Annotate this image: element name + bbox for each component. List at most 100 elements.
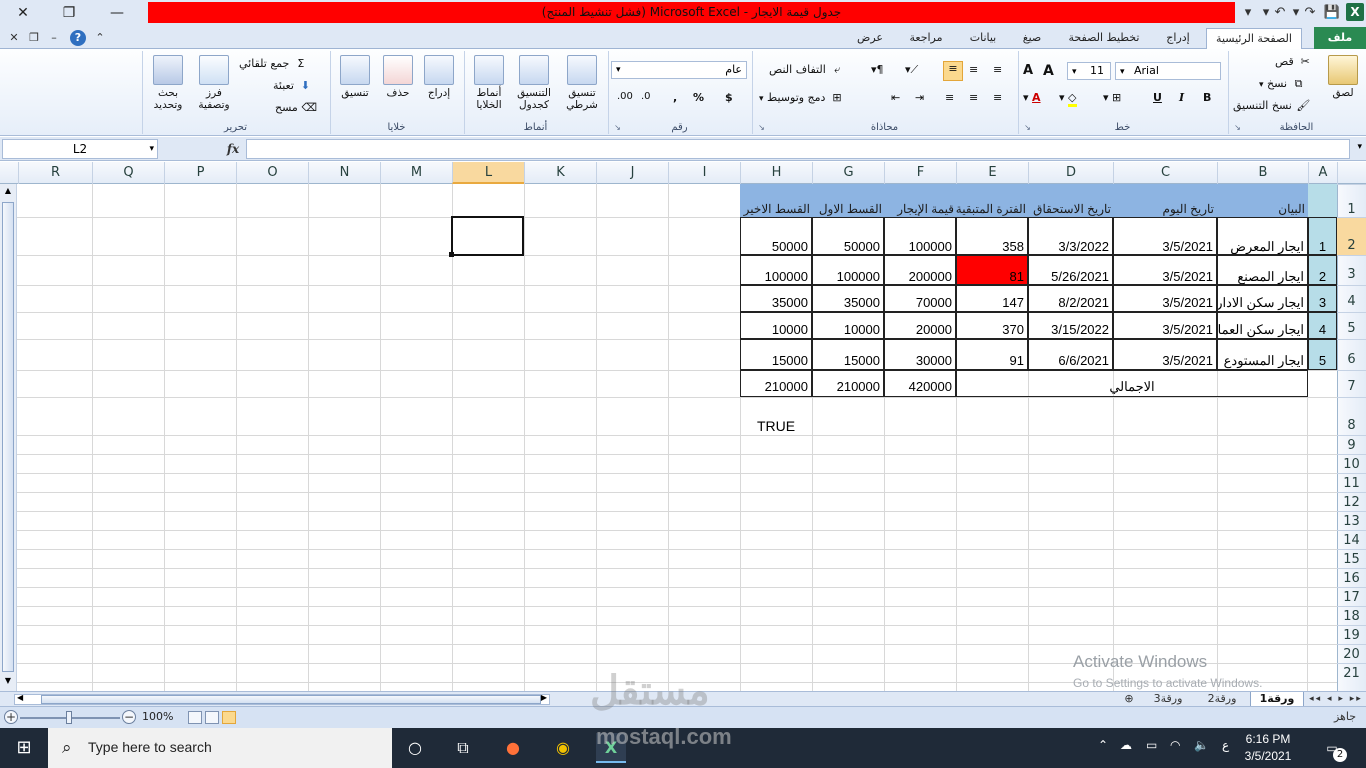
sheet-tab-1[interactable]: ورقة1 (1250, 692, 1304, 707)
workbook-minimize-icon[interactable]: – (46, 30, 62, 46)
col-header-F[interactable]: F (884, 162, 956, 184)
statement-cell[interactable]: ايجار سكن الادارة (1217, 285, 1308, 312)
expand-formula-icon[interactable]: ▾ (1357, 142, 1362, 152)
total-label-cell[interactable]: الاجمالي (956, 370, 1308, 397)
zoom-out-button[interactable]: − (122, 710, 136, 724)
grow-font-button[interactable]: A (1023, 63, 1033, 78)
tab-review[interactable]: مراجعة (900, 28, 952, 49)
row-header[interactable]: 1 (1337, 184, 1366, 217)
page-break-view-icon[interactable] (188, 711, 202, 724)
scroll-left-icon[interactable]: ◀ (17, 693, 23, 702)
cut-button[interactable]: قص ✂ (1275, 55, 1313, 69)
autosum-button[interactable]: جمع تلقائي Σ (239, 57, 309, 71)
cell-styles-button[interactable]: أنماط الخلايا (469, 55, 509, 111)
index-cell[interactable]: 4 (1308, 312, 1337, 339)
rent-value-cell[interactable]: 100000 (884, 217, 956, 255)
firefox-icon[interactable]: ● (498, 733, 528, 763)
font-color-button[interactable]: ▾ A (1023, 91, 1041, 104)
input-language[interactable]: ع (1222, 738, 1229, 752)
comma-style-button[interactable]: , (673, 91, 677, 104)
row-header[interactable]: 15 (1337, 549, 1366, 568)
first-installment-cell[interactable]: 35000 (812, 285, 884, 312)
onedrive-icon[interactable]: ☁ (1120, 738, 1132, 752)
total-last-installment-cell[interactable]: 210000 (740, 370, 812, 397)
due-date-cell[interactable]: 3/3/2022 (1028, 217, 1113, 255)
today-date-cell[interactable]: 3/5/2021 (1113, 339, 1217, 370)
sheet-tab-2[interactable]: ورقة2 (1196, 692, 1248, 707)
row-header[interactable]: 2 (1337, 217, 1366, 255)
row-header[interactable]: 11 (1337, 473, 1366, 492)
workbook-close-icon[interactable]: ✕ (6, 30, 22, 46)
statement-cell[interactable]: ايجار المصنع (1217, 255, 1308, 285)
ribbon-collapse-icon[interactable]: ⌃ (92, 30, 108, 46)
align-bottom-button[interactable]: ≡ (943, 61, 963, 81)
row-header[interactable]: 20 (1337, 644, 1366, 663)
row-header[interactable]: 5 (1337, 312, 1366, 339)
row-header[interactable]: 9 (1337, 435, 1366, 454)
today-date-cell[interactable]: 3/5/2021 (1113, 217, 1217, 255)
increase-decimal-button[interactable]: .0 (641, 91, 651, 102)
last-installment-cell[interactable]: 35000 (740, 285, 812, 312)
due-date-cell[interactable]: 3/15/2022 (1028, 312, 1113, 339)
header-cell-statement[interactable]: البيان (1217, 184, 1308, 217)
sheet-nav-icon[interactable]: ◂◂ ◂ ▸ ▸▸ (1306, 692, 1366, 707)
rent-value-cell[interactable]: 200000 (884, 255, 956, 285)
conditional-format-button[interactable]: تنسيق شرطي (559, 55, 605, 111)
index-cell[interactable]: 2 (1308, 255, 1337, 285)
copy-button[interactable]: ▾ نسخ ⧉ (1259, 77, 1307, 91)
col-header-D[interactable]: D (1028, 162, 1113, 184)
remaining-period-cell[interactable]: 91 (956, 339, 1028, 370)
scroll-down-icon[interactable]: ▼ (2, 676, 14, 688)
last-installment-cell[interactable]: 10000 (740, 312, 812, 339)
last-installment-cell[interactable]: 100000 (740, 255, 812, 285)
shrink-font-button[interactable]: A (1043, 63, 1054, 79)
font-size-combo[interactable]: ▾ 11 (1067, 62, 1111, 80)
col-header-H[interactable]: H (740, 162, 812, 184)
tab-home[interactable]: الصفحة الرئيسية (1206, 28, 1302, 49)
row-header[interactable]: 4 (1337, 285, 1366, 312)
align-top-button[interactable]: ≡ (993, 63, 1002, 76)
text-direction-button[interactable]: ▾¶ (871, 63, 884, 76)
header-cell-last-installment[interactable]: القسط الاخير (740, 184, 812, 217)
row-header[interactable]: 3 (1337, 255, 1366, 285)
scroll-right-icon[interactable]: ▶ (541, 693, 547, 702)
horizontal-scroll-thumb[interactable] (41, 695, 541, 704)
row-header[interactable]: 18 (1337, 606, 1366, 625)
zoom-level[interactable]: 100% (142, 710, 173, 723)
col-header-J[interactable]: J (596, 162, 668, 184)
restore-button[interactable]: ❐ (46, 0, 92, 26)
close-button[interactable]: ✕ (0, 0, 46, 26)
number-format-combo[interactable]: عام ▾ (611, 61, 747, 79)
today-date-cell[interactable]: 3/5/2021 (1113, 312, 1217, 339)
clear-button[interactable]: مسح ⌫ (275, 101, 317, 115)
first-installment-cell[interactable]: 10000 (812, 312, 884, 339)
align-right-button[interactable]: ≡ (993, 91, 1002, 104)
col-header-Q[interactable]: Q (92, 162, 164, 184)
col-header-M[interactable]: M (380, 162, 452, 184)
first-installment-cell[interactable]: 50000 (812, 217, 884, 255)
total-rent-cell[interactable]: 420000 (884, 370, 956, 397)
wrap-text-button[interactable]: التفاف النص ⤶ (769, 63, 845, 77)
tab-formulas[interactable]: صيغ (1012, 28, 1052, 49)
row-header[interactable]: 7 (1337, 370, 1366, 397)
fill-color-button[interactable]: ▾ ◇ (1059, 91, 1077, 107)
find-select-button[interactable]: بحث وتحديد (147, 55, 189, 111)
corner-cell[interactable] (1337, 162, 1366, 184)
index-cell[interactable]: 5 (1308, 339, 1337, 370)
save-icon[interactable]: 💾 (1322, 3, 1342, 23)
col-header-R[interactable]: R (18, 162, 92, 184)
vertical-scrollbar[interactable]: ▲ ▼ (0, 184, 17, 691)
excel-logo-icon[interactable]: X (1346, 3, 1364, 21)
remaining-period-cell[interactable]: 358 (956, 217, 1028, 255)
formula-input[interactable] (246, 139, 1350, 159)
tab-view[interactable]: عرض (848, 28, 892, 49)
merge-center-button[interactable]: ▾ دمج وتوسيط ⊞ (759, 91, 845, 105)
format-cells-button[interactable]: تنسيق (335, 55, 375, 99)
fill-handle[interactable] (449, 252, 454, 257)
col-header-P[interactable]: P (164, 162, 236, 184)
active-cell-selection[interactable] (451, 216, 524, 256)
col-header-O[interactable]: O (236, 162, 308, 184)
minimize-button[interactable]: — (94, 0, 140, 26)
zoom-in-button[interactable]: + (4, 710, 18, 724)
col-header-B[interactable]: B (1217, 162, 1308, 184)
